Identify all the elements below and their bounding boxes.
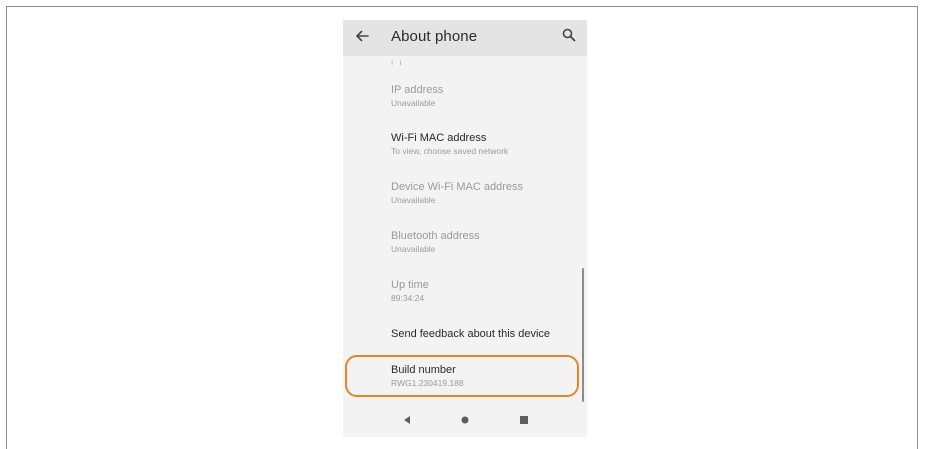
device-wifi-mac-address-item[interactable]: Device Wi-Fi MAC address Unavailable — [391, 181, 581, 206]
nav-home-icon[interactable] — [458, 413, 472, 427]
navigation-bar — [343, 403, 587, 437]
item-title: Send feedback about this device — [391, 328, 551, 340]
item-title: Device Wi-Fi MAC address — [391, 181, 524, 193]
item-subtitle: Unavailable — [391, 244, 436, 254]
bluetooth-address-item[interactable]: Bluetooth address Unavailable — [391, 230, 581, 255]
partial-item-text: ı ı — [391, 58, 404, 67]
nav-back-icon[interactable] — [400, 413, 414, 427]
item-subtitle: To view, choose saved network — [391, 146, 509, 156]
up-time-item[interactable]: Up time 89:34:24 — [391, 279, 581, 304]
ip-address-item[interactable]: IP address Unavailable — [391, 84, 581, 109]
build-number-highlight — [345, 355, 579, 397]
back-arrow-icon[interactable] — [353, 27, 371, 45]
item-subtitle: Unavailable — [391, 195, 436, 205]
page-title: About phone — [391, 28, 478, 45]
app-bar: About phone — [343, 20, 587, 56]
wifi-mac-address-item[interactable]: Wi-Fi MAC address To view, choose saved … — [391, 132, 581, 157]
item-title: Bluetooth address — [391, 230, 480, 242]
scrollbar[interactable] — [582, 268, 584, 402]
nav-recents-icon[interactable] — [517, 413, 531, 427]
search-icon[interactable] — [561, 27, 577, 43]
item-subtitle: 89:34:24 — [391, 293, 425, 303]
item-title: Wi-Fi MAC address — [391, 132, 487, 144]
item-title: Up time — [391, 279, 429, 291]
item-title: IP address — [391, 84, 444, 96]
item-subtitle: Unavailable — [391, 98, 436, 108]
send-feedback-item[interactable]: Send feedback about this device — [391, 328, 581, 341]
